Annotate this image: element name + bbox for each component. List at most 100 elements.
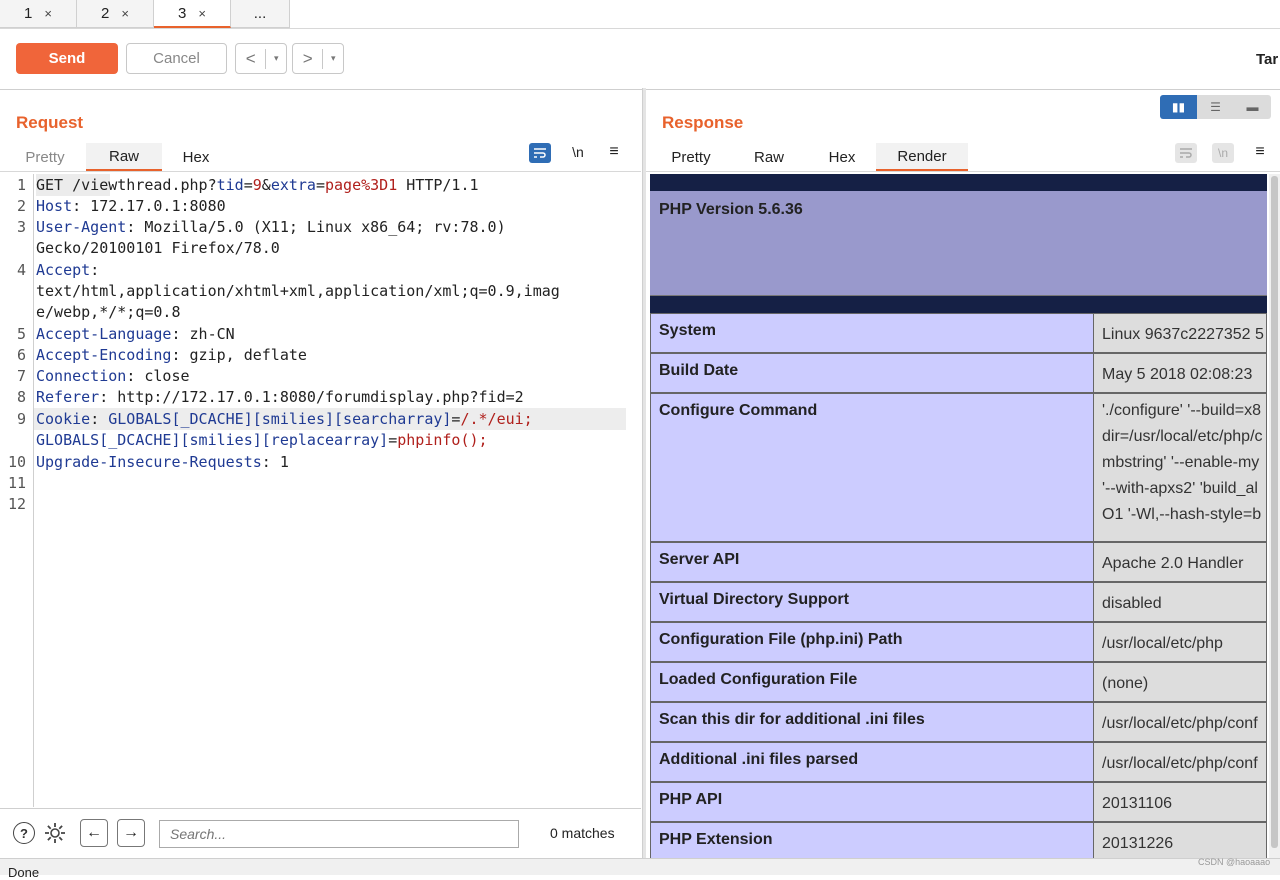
cancel-button[interactable]: Cancel (126, 43, 227, 74)
divider (0, 171, 641, 172)
header-line: Accept: (36, 261, 99, 279)
row-value: /usr/local/etc/php/conf (1093, 742, 1267, 782)
value-line: dir=/usr/local/etc/php/c (1102, 428, 1263, 445)
header-line: Host: 172.17.0.1:8080 (36, 197, 226, 215)
target-label[interactable]: Tar (1256, 51, 1278, 68)
render-view: PHP Version 5.6.36 System Linux 9637c222… (650, 174, 1267, 858)
line-number: 10 (7, 453, 26, 471)
row-label: System (650, 313, 1093, 353)
menu-icon[interactable]: ≡ (605, 143, 623, 161)
prev-match-button[interactable]: ← (80, 819, 108, 847)
param-value: page%3D1 (325, 176, 398, 194)
header-line: Connection: close (36, 367, 190, 385)
row-label: Scan this dir for additional .ini files (650, 702, 1093, 742)
request-editor[interactable]: 1 2 3 4 5 6 7 8 9 10 11 12 GET /viewthre… (0, 174, 641, 807)
cookie-key: GLOBALS[_DCACHE][smilies][replacearray] (36, 431, 389, 449)
header-line: User-Agent: Mozilla/5.0 (X11; Linux x86_… (36, 218, 506, 236)
tab-render[interactable]: Render (876, 143, 968, 171)
row-value: (none) (1093, 662, 1267, 702)
row-label: Virtual Directory Support (650, 582, 1093, 622)
panel-splitter[interactable] (642, 88, 646, 858)
single-pane-icon[interactable]: ▬ (1234, 95, 1271, 119)
header-line: Accept-Encoding: gzip, deflate (36, 346, 307, 364)
forward-icon[interactable]: > (293, 48, 324, 69)
tab-hex[interactable]: Hex (814, 143, 870, 171)
header-value: : 1 (261, 453, 289, 471)
split-horizontal-icon[interactable]: ▮▮ (1160, 95, 1197, 119)
help-icon[interactable]: ? (13, 822, 35, 844)
row-label: Build Date (650, 353, 1093, 393)
header-key: Upgrade-Insecure-Requests (36, 453, 262, 471)
chevron-down-icon[interactable]: ▾ (323, 53, 343, 64)
cookie-line-cont: GLOBALS[_DCACHE][smilies][replacearray]=… (36, 431, 488, 449)
param-key: tid (216, 176, 244, 194)
next-match-button[interactable]: → (117, 819, 145, 847)
request-title: Request (16, 113, 84, 132)
param-key: extra (270, 176, 316, 194)
back-button-group[interactable]: < ▾ (235, 43, 287, 74)
tab-label: ... (253, 5, 267, 22)
tab-raw[interactable]: Raw (86, 143, 162, 171)
param-value: 9 (252, 176, 262, 194)
gear-icon[interactable] (42, 820, 68, 846)
tab-pretty[interactable]: Pretty (660, 143, 722, 171)
row-label: Configure Command (650, 393, 1093, 542)
send-button[interactable]: Send (16, 43, 118, 74)
close-icon[interactable]: × (121, 6, 129, 21)
header-key: User-Agent (36, 218, 127, 236)
line-number: 3 (16, 218, 26, 236)
tab-label: 3 (178, 4, 187, 22)
split-vertical-icon[interactable]: ☰ (1197, 95, 1234, 119)
close-icon[interactable]: × (44, 6, 52, 21)
scrollbar[interactable] (1269, 174, 1280, 858)
wrap-lines-icon[interactable] (1175, 143, 1197, 163)
tab-hex[interactable]: Hex (166, 143, 226, 171)
match-count: 0 matches (550, 825, 615, 841)
table-row: Configuration File (php.ini) Path /usr/l… (650, 622, 1267, 662)
menu-icon[interactable]: ≡ (1251, 143, 1269, 161)
navy-bar (650, 296, 1267, 313)
value-line: './configure' '--build=x8 (1102, 402, 1262, 419)
tab-3[interactable]: 3 × (154, 0, 231, 28)
chevron-down-icon[interactable]: ▾ (266, 53, 286, 64)
tab-2[interactable]: 2 × (77, 0, 154, 28)
protocol: HTTP/1.1 (397, 176, 479, 194)
tab-more[interactable]: ... (231, 0, 290, 28)
header-key: Referer (36, 388, 100, 406)
header-value: : http://172.17.0.1:8080/forumdisplay.ph… (99, 388, 524, 406)
status-bar: Done (0, 858, 1280, 880)
search-input[interactable] (159, 820, 519, 848)
header-value: : (90, 261, 100, 279)
close-icon[interactable]: × (198, 6, 206, 21)
scrollbar-thumb[interactable] (1271, 176, 1278, 848)
newline-icon[interactable]: \n (568, 143, 588, 161)
php-version: PHP Version 5.6.36 (659, 201, 803, 218)
tab-1[interactable]: 1 × (0, 0, 77, 28)
value-line: O1 '-Wl,--hash-style=b (1102, 506, 1262, 523)
watermark: CSDN @haoaaao (1198, 857, 1271, 867)
table-row: Server API Apache 2.0 Handler (650, 542, 1267, 582)
row-label: Additional .ini files parsed (650, 742, 1093, 782)
tab-pretty[interactable]: Pretty (14, 143, 76, 171)
row-label: Loaded Configuration File (650, 662, 1093, 702)
header-key: Accept-Language (36, 325, 172, 343)
search-bar: ? ← → 0 matches (0, 808, 641, 859)
header-line-cont: Gecko/20100101 Firefox/78.0 (36, 239, 280, 257)
row-label: PHP API (650, 782, 1093, 822)
divider (646, 171, 1280, 172)
tab-raw[interactable]: Raw (742, 143, 796, 171)
row-value: disabled (1093, 582, 1267, 622)
row-value: 20131226 (1093, 822, 1267, 858)
line-number: 12 (7, 495, 26, 513)
header-key: Host (36, 197, 73, 215)
colon: : (90, 410, 109, 428)
table-row: Additional .ini files parsed /usr/local/… (650, 742, 1267, 782)
wrap-lines-icon[interactable] (529, 143, 551, 163)
back-icon[interactable]: < (236, 48, 267, 69)
row-value: /usr/local/etc/php (1093, 622, 1267, 662)
newline-icon[interactable]: \n (1212, 143, 1234, 163)
forward-button-group[interactable]: > ▾ (292, 43, 344, 74)
ampersand: & (261, 176, 271, 194)
url-path: /viewthread.php? (63, 176, 217, 194)
row-label: Configuration File (php.ini) Path (650, 622, 1093, 662)
